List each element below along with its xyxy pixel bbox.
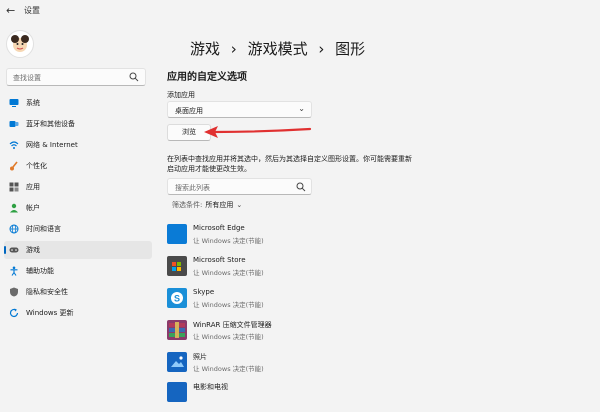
chevron-down-icon: ⌄ (298, 104, 305, 113)
sidebar-item-windows-update[interactable]: Windows 更新 (4, 304, 152, 322)
list-item[interactable]: 照片 让 Windows 决定(节能) (167, 350, 567, 382)
sidebar-item-label: 网络 & Internet (26, 141, 78, 149)
bluetooth-icon (9, 121, 19, 127)
breadcrumb-graphics: 图形 (335, 40, 366, 58)
list-item[interactable]: Microsoft Store 让 Windows 决定(节能) (167, 254, 567, 286)
breadcrumb: 游戏 › 游戏模式 › 图形 (190, 38, 371, 59)
list-item[interactable]: WinRAR 压缩文件管理器 让 Windows 决定(节能) (167, 318, 567, 350)
search-icon (129, 72, 139, 82)
sidebar-item-gaming[interactable]: 游戏 (4, 241, 152, 259)
avatar[interactable] (6, 30, 34, 58)
add-app-label: 添加应用 (167, 91, 195, 99)
list-search-placeholder: 搜索此列表 (175, 184, 210, 192)
accessibility-icon (10, 266, 18, 276)
update-icon (9, 308, 19, 318)
breadcrumb-separator: › (318, 40, 325, 58)
globe-icon (9, 224, 19, 234)
section-title: 应用的自定义选项 (167, 72, 247, 83)
sidebar-item-label: 蓝牙和其他设备 (26, 120, 75, 128)
app-setting: 让 Windows 决定(节能) (193, 301, 264, 309)
app-name: 电影和电视 (193, 383, 228, 391)
brush-icon (10, 161, 18, 171)
sidebar-item-label: Windows 更新 (26, 309, 74, 317)
app-type-dropdown[interactable]: 桌面应用 ⌄ (167, 101, 312, 118)
search-placeholder: 查找设置 (13, 74, 41, 82)
app-setting: 让 Windows 决定(节能) (193, 365, 264, 373)
sidebar-item-apps[interactable]: 应用 (4, 178, 152, 196)
sidebar-item-label: 游戏 (26, 246, 40, 254)
sidebar-item-label: 时间和语言 (26, 225, 61, 233)
breadcrumb-gaming[interactable]: 游戏 (190, 40, 220, 58)
sidebar-item-label: 系统 (26, 99, 40, 107)
sidebar-item-label: 应用 (26, 183, 40, 191)
chevron-down-icon: ⌄ (236, 201, 243, 209)
system-icon (9, 99, 19, 107)
sidebar-item-bluetooth[interactable]: 蓝牙和其他设备 (4, 115, 152, 133)
list-item[interactable]: Microsoft Edge 让 Windows 决定(节能) (167, 222, 567, 254)
breadcrumb-game-mode[interactable]: 游戏模式 (248, 40, 308, 58)
list-item[interactable]: 电影和电视 (167, 380, 567, 412)
sidebar-item-accessibility[interactable]: 辅助功能 (4, 262, 152, 280)
list-search-input[interactable]: 搜索此列表 (167, 178, 312, 195)
app-name: Microsoft Edge (193, 224, 245, 232)
app-name: Microsoft Store (193, 256, 246, 264)
dropdown-value: 桌面应用 (175, 107, 203, 115)
sidebar-item-time-language[interactable]: 时间和语言 (4, 220, 152, 238)
winrar-icon (167, 320, 187, 340)
svg-text:S: S (174, 294, 180, 304)
app-setting: 让 Windows 决定(节能) (193, 333, 264, 341)
movies-icon (167, 382, 187, 402)
account-icon (10, 203, 18, 213)
sidebar-item-system[interactable]: 系统 (4, 94, 152, 112)
store-icon (167, 256, 187, 276)
app-name: Skype (193, 288, 215, 296)
sidebar-item-network[interactable]: 网络 & Internet (4, 136, 152, 154)
search-settings-input[interactable]: 查找设置 (6, 68, 146, 86)
selection-indicator (4, 246, 6, 254)
skype-icon: S (167, 288, 187, 308)
app-setting: 让 Windows 决定(节能) (193, 269, 264, 277)
apps-icon (9, 182, 19, 192)
sidebar-item-personalization[interactable]: 个性化 (4, 157, 152, 175)
sidebar-item-label: 个性化 (26, 162, 47, 170)
shield-icon (10, 287, 18, 297)
photos-icon (167, 352, 187, 372)
back-arrow-icon[interactable]: ← (6, 4, 15, 17)
annotation-arrow (204, 126, 312, 138)
window-title: 设置 (24, 6, 40, 15)
search-icon (296, 182, 306, 192)
breadcrumb-separator: › (230, 40, 237, 58)
instructions-text: 在列表中查找应用并将其选中，然后为其选择自定义图形设置。你可能需要重新启动应用才… (167, 155, 412, 173)
filter-label: 筛选条件: (172, 201, 203, 209)
list-item[interactable]: S Skype 让 Windows 决定(节能) (167, 286, 567, 318)
filter-value: 所有应用 (205, 201, 234, 209)
sidebar-item-label: 帐户 (26, 204, 40, 212)
sidebar-item-accounts[interactable]: 帐户 (4, 199, 152, 217)
sidebar-item-label: 隐私和安全性 (26, 288, 68, 296)
sidebar-item-privacy[interactable]: 隐私和安全性 (4, 283, 152, 301)
app-setting: 让 Windows 决定(节能) (193, 237, 264, 245)
sidebar-item-label: 辅助功能 (26, 267, 54, 275)
app-name: 照片 (193, 353, 207, 361)
title-bar: ← 设置 (0, 0, 600, 22)
gamepad-icon (9, 247, 19, 253)
edge-icon (167, 224, 187, 244)
network-icon (9, 141, 19, 149)
app-name: WinRAR 压缩文件管理器 (193, 321, 272, 329)
filter-dropdown[interactable]: 筛选条件: 所有应用 ⌄ (172, 200, 242, 210)
